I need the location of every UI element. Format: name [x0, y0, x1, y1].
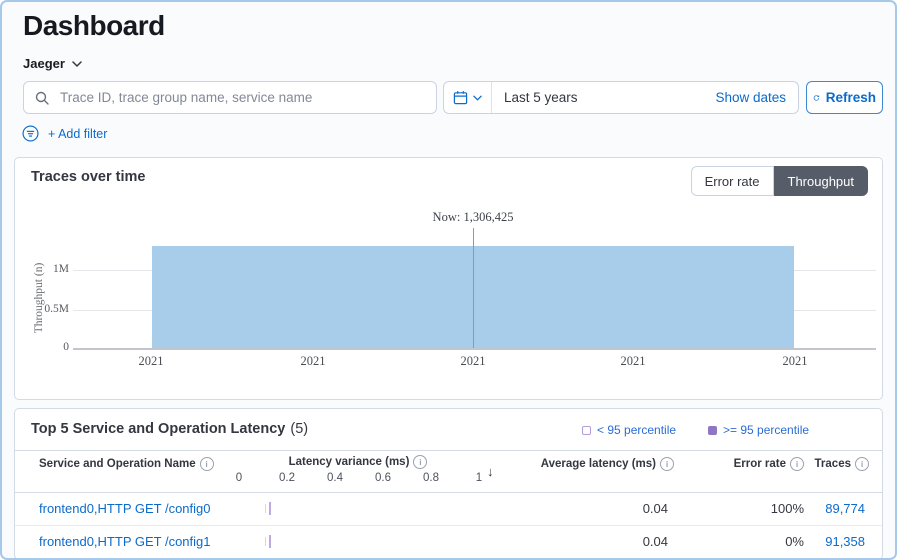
y-tick: 0.5M — [29, 303, 69, 315]
legend-ge-95-label: >= 95 percentile — [723, 423, 809, 437]
legend-ge-95: >= 95 percentile — [708, 423, 809, 437]
refresh-button[interactable]: Refresh — [806, 81, 883, 114]
table-row: frontend0,HTTP GET /config0 0.04 100% 89… — [15, 492, 882, 526]
calendar-button[interactable] — [444, 82, 492, 113]
chevron-down-icon — [473, 95, 482, 101]
col-header-error-rate: Error rate i — [734, 457, 804, 471]
legend-lt-95: < 95 percentile — [582, 423, 676, 437]
y-tick: 0 — [29, 341, 69, 353]
info-icon[interactable]: i — [200, 457, 214, 471]
now-marker-line — [473, 228, 474, 348]
date-picker: Last 5 years Show dates — [443, 81, 799, 114]
info-icon[interactable]: i — [413, 455, 427, 469]
metric-toggle-group: Error rate Throughput — [691, 166, 868, 196]
date-range-label[interactable]: Last 5 years — [492, 90, 715, 105]
variance-whisker — [265, 537, 266, 546]
data-source-label: Jaeger — [23, 56, 65, 71]
x-axis-line — [73, 348, 876, 350]
x-tick: 2021 — [281, 354, 345, 369]
variance-axis-tick: 0.6 — [363, 472, 403, 484]
add-filter-link[interactable]: + Add filter — [48, 127, 107, 141]
top5-latency-panel: Top 5 Service and Operation Latency (5) … — [14, 408, 883, 560]
col-header-average-latency: Average latency (ms) i — [541, 457, 674, 471]
trace-analytics-dashboard: Dashboard Jaeger Last 5 years Show dates — [0, 0, 897, 560]
legend-lt-95-label: < 95 percentile — [597, 423, 676, 437]
col-header-service: Service and Operation Name i — [39, 457, 214, 471]
chevron-down-icon — [72, 61, 82, 67]
variance-axis-tick: 0.8 — [411, 472, 451, 484]
refresh-label: Refresh — [826, 90, 876, 105]
info-icon[interactable]: i — [790, 457, 804, 471]
x-tick: 2021 — [119, 354, 183, 369]
filter-row: + Add filter — [22, 125, 107, 142]
page-title: Dashboard — [23, 10, 165, 42]
search-icon — [34, 90, 50, 106]
y-tick: 1M — [29, 263, 69, 275]
service-operation-link[interactable]: frontend0,HTTP GET /config0 — [39, 492, 211, 525]
service-operation-link[interactable]: frontend0,HTTP GET /config1 — [39, 525, 211, 558]
traces-link[interactable]: 89,774 — [825, 492, 865, 525]
sort-descending-icon[interactable]: ↓ — [487, 464, 494, 479]
legend-open-square-icon — [582, 426, 591, 435]
info-icon[interactable]: i — [660, 457, 674, 471]
calendar-icon — [453, 90, 468, 105]
show-dates-link[interactable]: Show dates — [715, 90, 798, 105]
traces-link[interactable]: 91,358 — [825, 525, 865, 558]
panel-title: Traces over time — [31, 169, 145, 185]
col-header-latency-variance: Latency variance (ms) i — [228, 455, 488, 469]
x-tick: 2021 — [763, 354, 827, 369]
error-rate-value: 100% — [771, 492, 804, 525]
error-rate-button[interactable]: Error rate — [691, 166, 774, 196]
panel-divider — [15, 450, 882, 451]
legend-filled-square-icon — [708, 426, 717, 435]
filter-icon[interactable] — [22, 125, 39, 142]
variance-axis-tick: 0.4 — [315, 472, 355, 484]
data-source-picker[interactable]: Jaeger — [23, 56, 82, 71]
now-annotation: Now: 1,306,425 — [383, 210, 563, 225]
x-tick: 2021 — [601, 354, 665, 369]
search-input[interactable] — [58, 89, 426, 106]
error-rate-value: 0% — [785, 525, 804, 558]
avg-latency-value: 0.04 — [643, 492, 668, 525]
variance-axis-tick: 0 — [219, 472, 259, 484]
latency-panel-title: Top 5 Service and Operation Latency — [31, 421, 285, 437]
latency-variance-tick — [269, 535, 271, 548]
latency-panel-count: (5) — [290, 421, 308, 437]
throughput-button[interactable]: Throughput — [774, 166, 869, 196]
panel-title: Top 5 Service and Operation Latency (5) — [31, 421, 308, 437]
info-icon[interactable]: i — [855, 457, 869, 471]
search-box — [23, 81, 437, 114]
refresh-icon — [813, 91, 820, 105]
traces-over-time-panel: Traces over time Error rate Throughput T… — [14, 157, 883, 400]
avg-latency-value: 0.04 — [643, 525, 668, 558]
variance-whisker — [265, 504, 266, 513]
x-tick: 2021 — [441, 354, 505, 369]
col-header-traces: Traces i — [815, 457, 869, 471]
variance-axis-tick: 0.2 — [267, 472, 307, 484]
table-row: frontend0,HTTP GET /config1 0.04 0% 91,3… — [15, 525, 882, 559]
latency-variance-tick — [269, 502, 271, 515]
